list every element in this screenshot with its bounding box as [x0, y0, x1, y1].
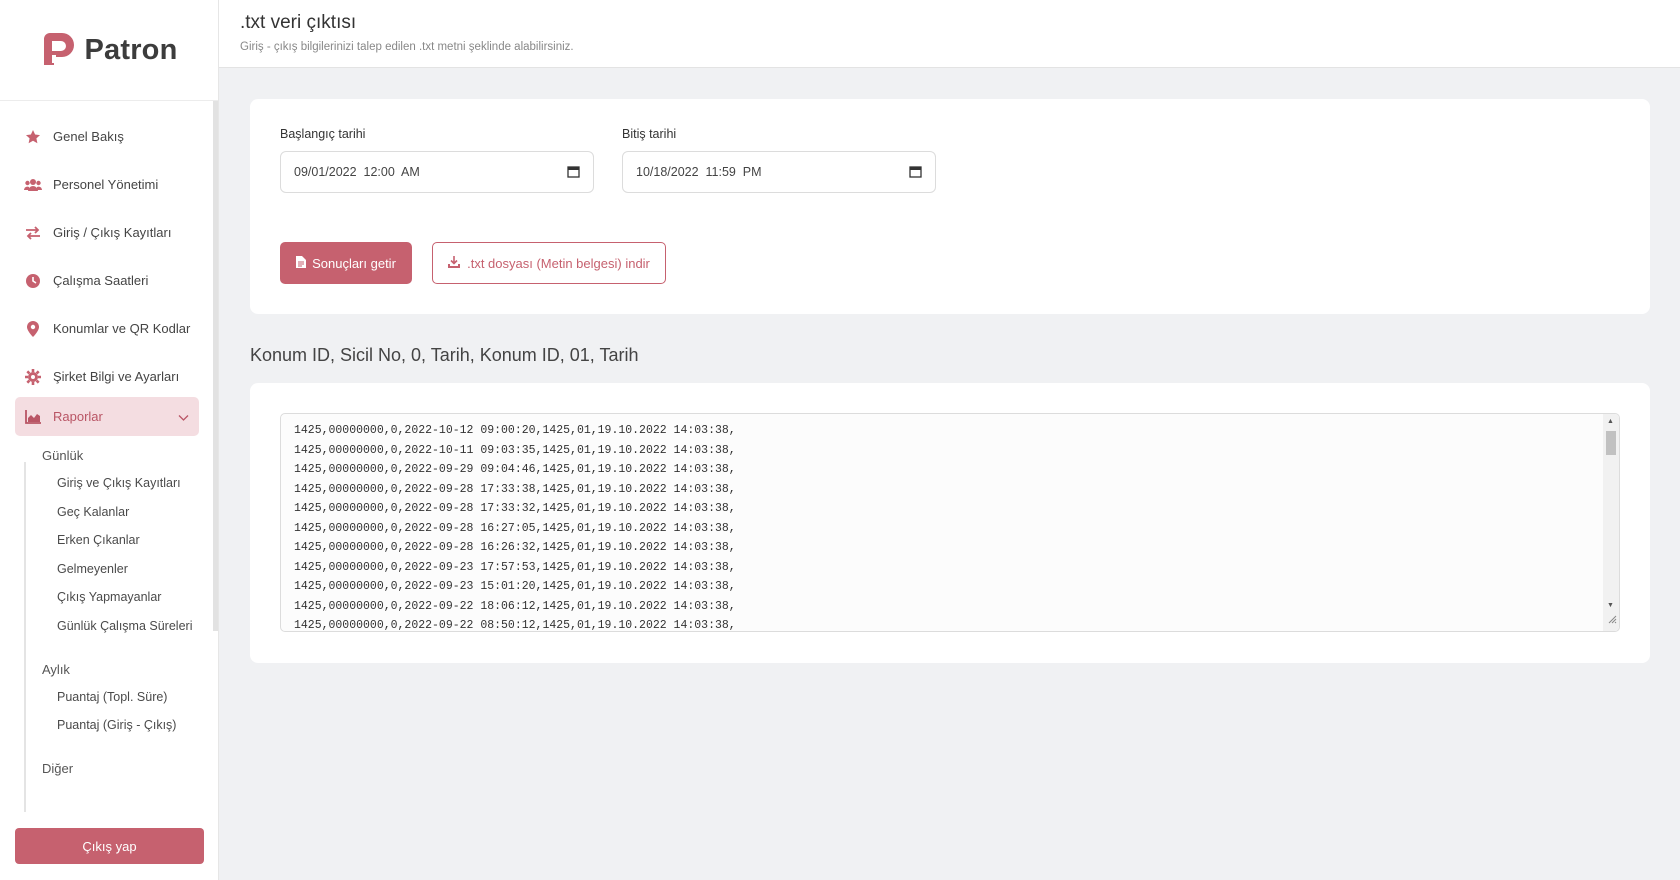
fetch-results-button[interactable]: Sonuçları getir — [280, 242, 412, 284]
sidebar-item-label: Raporlar — [53, 409, 103, 424]
end-date-value: 10/18/2022 11:59 PM — [636, 165, 762, 179]
output-line: 1425,00000000,0,2022-09-22 18:06:12,1425… — [294, 599, 736, 613]
clock-icon — [23, 271, 43, 291]
arrows-exchange-icon — [23, 223, 43, 243]
chart-area-icon — [23, 407, 43, 427]
sidebar-item-label: Personel Yönetimi — [53, 177, 159, 192]
output-line: 1425,00000000,0,2022-09-23 15:01:20,1425… — [294, 580, 736, 593]
resize-handle-icon[interactable] — [1607, 611, 1617, 629]
output-line: 1425,00000000,0,2022-09-28 16:26:32,1425… — [294, 541, 736, 554]
scrollbar-thumb[interactable] — [1606, 431, 1616, 455]
sidebar-item-genel-bakis[interactable]: Genel Bakış — [15, 117, 199, 156]
start-date-value: 09/01/2022 12:00 AM — [294, 165, 420, 179]
users-icon — [23, 175, 43, 195]
sidebar-item-label: Genel Bakış — [53, 129, 124, 144]
star-icon — [23, 127, 43, 147]
submenu-heading-other: Diğer — [42, 761, 74, 776]
sidebar: Patron Genel Bakış Personel Yönetimi Gir… — [0, 0, 219, 880]
sidebar-item-personel[interactable]: Personel Yönetimi — [15, 165, 199, 204]
submenu-link-gunluk-calisma[interactable]: Günlük Çalışma Süreleri — [57, 619, 192, 633]
sidebar-item-sirket[interactable]: Şirket Bilgi ve Ayarları — [15, 357, 199, 396]
scroll-down-arrow-icon[interactable]: ▼ — [1607, 602, 1614, 609]
scroll-up-arrow-icon[interactable]: ▲ — [1607, 418, 1614, 425]
sidebar-item-konumlar[interactable]: Konumlar ve QR Kodlar — [15, 309, 199, 348]
download-txt-label: .txt dosyası (Metin belgesi) indir — [467, 255, 650, 271]
app-name: Patron — [84, 33, 178, 66]
download-txt-button[interactable]: .txt dosyası (Metin belgesi) indir — [432, 242, 666, 284]
calendar-icon[interactable] — [909, 165, 922, 181]
output-line: 1425,00000000,0,2022-10-11 09:03:35,1425… — [294, 443, 736, 457]
output-line: 1425,00000000,0,2022-09-29 09:04:46,1425… — [294, 463, 736, 476]
output-line: 1425,00000000,0,2022-09-28 17:33:38,1425… — [294, 482, 736, 496]
output-line: 1425,00000000,0,2022-10-12 09:00:20,1425… — [294, 424, 736, 437]
calendar-icon[interactable] — [567, 165, 580, 181]
submenu-divider — [24, 462, 26, 812]
logout-button[interactable]: Çıkış yap — [15, 828, 204, 864]
output-textarea[interactable]: 1425,00000000,0,2022-10-12 09:00:20,1425… — [280, 413, 1620, 632]
submenu-link-cikis-yapmayanlar[interactable]: Çıkış Yapmayanlar — [57, 590, 161, 604]
patron-logo-icon — [44, 33, 75, 65]
end-date-label: Bitiş tarihi — [622, 127, 677, 141]
output-line: 1425,00000000,0,2022-09-28 17:33:32,1425… — [294, 502, 736, 515]
sidebar-item-label: Çalışma Saatleri — [53, 273, 149, 288]
page-title: .txt veri çıktısı — [240, 12, 357, 33]
sidebar-item-label: Konumlar ve QR Kodlar — [53, 321, 191, 336]
sidebar-item-label: Giriş / Çıkış Kayıtları — [53, 225, 172, 240]
textarea-scrollbar[interactable]: ▲ ▼ — [1603, 414, 1619, 631]
sidebar-item-label: Şirket Bilgi ve Ayarları — [53, 369, 180, 384]
submenu-link-giris-cikis[interactable]: Giriş ve Çıkış Kayıtları — [57, 476, 181, 490]
start-date-label: Başlangıç tarihi — [280, 127, 366, 141]
map-pin-icon — [23, 319, 43, 339]
submenu-heading-daily: Günlük — [42, 448, 84, 463]
chevron-down-icon — [178, 410, 189, 425]
output-line: 1425,00000000,0,2022-09-28 16:27:05,1425… — [294, 521, 736, 535]
document-icon — [296, 255, 307, 271]
submenu-link-gec-kalanlar[interactable]: Geç Kalanlar — [57, 505, 129, 519]
sidebar-scrollbar[interactable] — [213, 101, 218, 631]
logo[interactable]: Patron — [0, 0, 218, 101]
end-date-input[interactable]: 10/18/2022 11:59 PM — [622, 151, 936, 193]
gear-icon — [23, 367, 43, 387]
output-line: 1425,00000000,0,2022-09-22 08:50:12,1425… — [294, 619, 736, 632]
sidebar-item-raporlar[interactable]: Raporlar — [15, 397, 199, 436]
submenu-heading-monthly: Aylık — [42, 662, 70, 677]
submenu-link-gelmeyenler[interactable]: Gelmeyenler — [57, 562, 128, 576]
output-title: Konum ID, Sicil No, 0, Tarih, Konum ID, … — [250, 345, 639, 365]
fetch-results-label: Sonuçları getir — [312, 255, 396, 271]
download-icon — [448, 255, 461, 271]
sidebar-item-calisma-saatleri[interactable]: Çalışma Saatleri — [15, 261, 199, 300]
submenu-link-puantaj-giris-cikis[interactable]: Puantaj (Giriş - Çıkış) — [57, 718, 176, 732]
page-subtitle: Giriş - çıkış bilgilerinizi talep edilen… — [240, 41, 574, 53]
submenu-link-puantaj-toplam[interactable]: Puantaj (Topl. Süre) — [57, 690, 167, 704]
output-lines: 1425,00000000,0,2022-10-12 09:00:20,1425… — [294, 421, 736, 632]
sidebar-item-giris-cikis[interactable]: Giriş / Çıkış Kayıtları — [15, 213, 199, 252]
output-line: 1425,00000000,0,2022-09-23 17:57:53,1425… — [294, 560, 736, 574]
page-header: .txt veri çıktısı Giriş - çıkış bilgiler… — [219, 0, 1680, 68]
submenu-link-erken-cikanlar[interactable]: Erken Çıkanlar — [57, 533, 140, 547]
start-date-input[interactable]: 09/01/2022 12:00 AM — [280, 151, 594, 193]
